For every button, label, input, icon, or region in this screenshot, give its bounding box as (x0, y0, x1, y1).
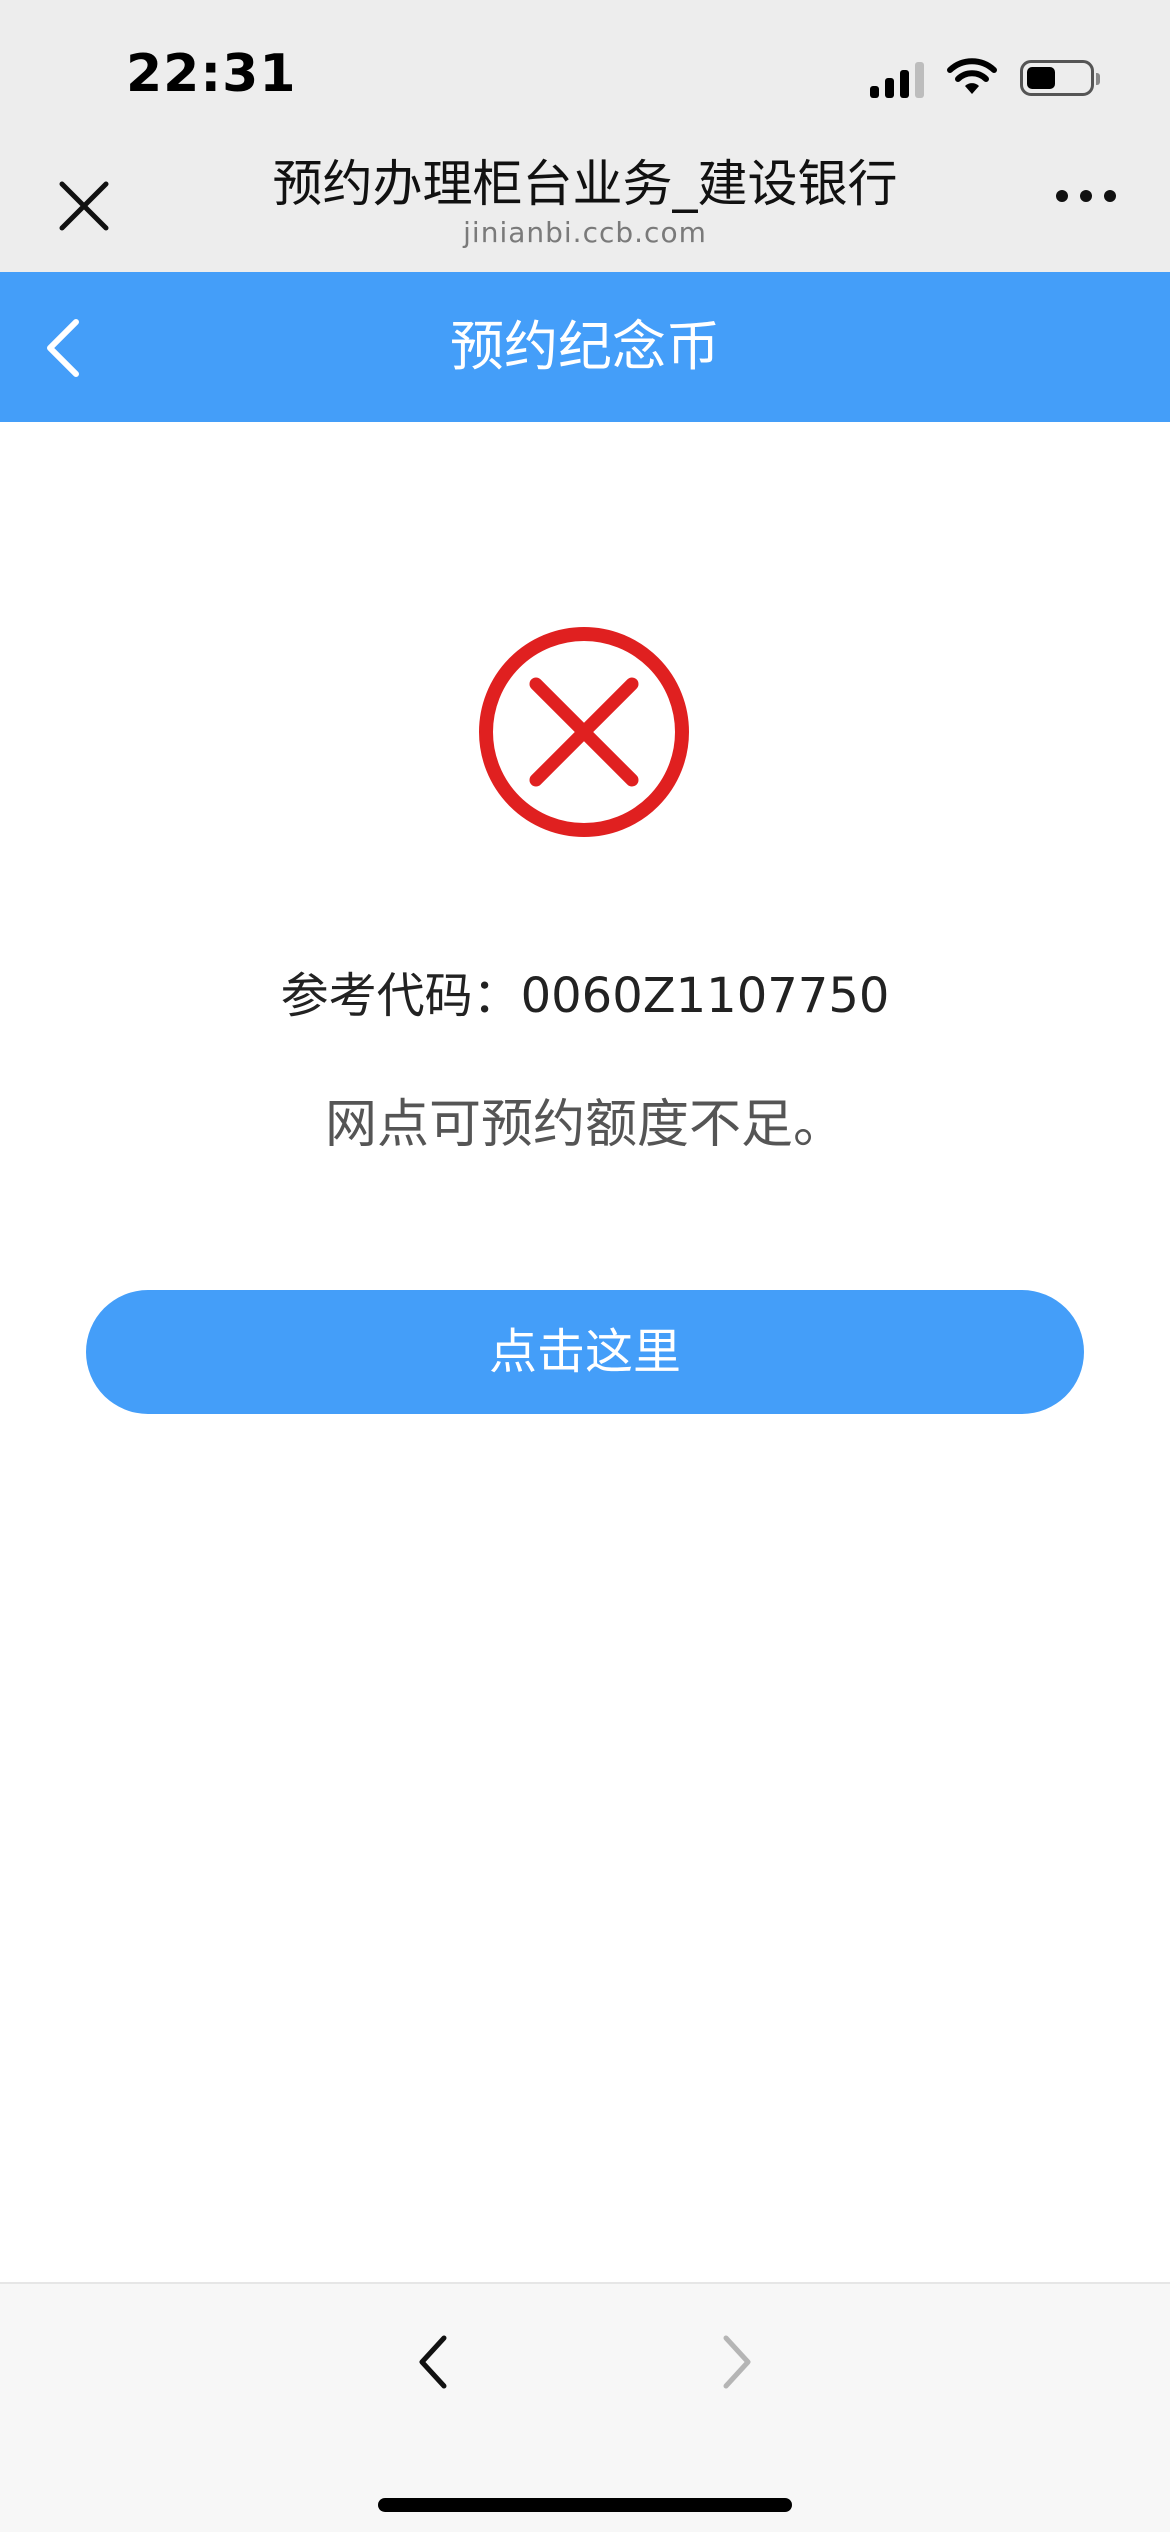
page-title: 预约办理柜台业务_建设银行 (272, 155, 898, 213)
close-icon[interactable] (54, 176, 114, 236)
status-icons (870, 56, 1100, 100)
home-indicator[interactable] (378, 2498, 792, 2512)
cellular-signal-icon (870, 58, 924, 98)
error-x-circle-icon (479, 627, 689, 837)
app-header: 预约纪念币 (0, 272, 1170, 422)
click-here-button[interactable]: 点击这里 (86, 1290, 1084, 1414)
browser-forward-icon[interactable] (712, 2326, 760, 2398)
page-url: jinianbi.ccb.com (463, 216, 707, 249)
more-options-icon[interactable] (1056, 190, 1116, 202)
browser-back-icon[interactable] (410, 2326, 458, 2398)
battery-icon (1020, 60, 1100, 96)
status-time: 22:31 (126, 44, 297, 104)
browser-title-block: 预约办理柜台业务_建设银行 jinianbi.ccb.com (200, 152, 970, 250)
top-chrome: 22:31 预约办理柜台业务_建设银行 jinianbi.ccb.com (0, 0, 1170, 272)
wifi-icon (947, 58, 997, 94)
header-title: 预约纪念币 (450, 315, 720, 378)
reference-code: 参考代码：0060Z1107750 (280, 968, 890, 1024)
screen: 22:31 预约办理柜台业务_建设银行 jinianbi.ccb.com 预约纪… (0, 0, 1170, 2532)
bottom-nav-bar (0, 2282, 1170, 2532)
error-message: 网点可预约额度不足。 (324, 1095, 845, 1155)
